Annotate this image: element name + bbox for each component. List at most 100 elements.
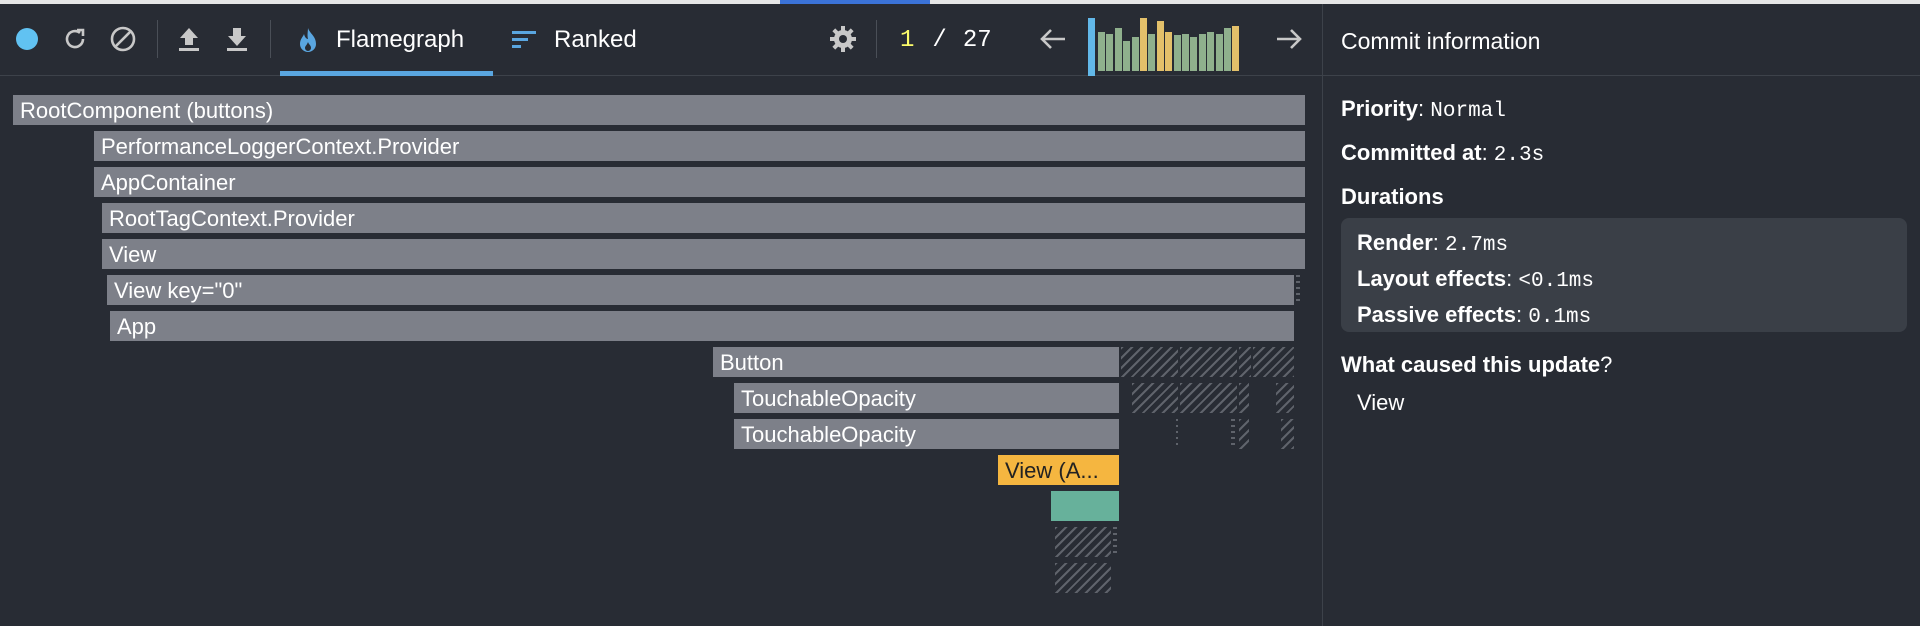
commit-current: 1 [900,26,915,54]
next-arrow-icon [1277,29,1302,49]
flame-node[interactable]: AppContainer [93,166,1306,198]
next-commit-button[interactable] [1272,22,1306,56]
toolbar-separator [270,20,271,58]
save-profile-button[interactable] [220,22,254,56]
flame-node[interactable]: RootComponent (buttons) [12,94,1306,126]
download-icon [227,28,247,51]
ranked-icon [512,31,536,48]
selected-commit-bar[interactable] [1088,18,1095,76]
flame-node[interactable]: App [109,310,1295,342]
unrendered-node [1252,346,1295,378]
panel-header: Commit information [1323,4,1920,76]
clear-button[interactable] [106,22,140,56]
commit-bar[interactable] [1224,28,1231,71]
clear-icon [110,26,136,52]
unrendered-node [1275,382,1295,414]
update-cause-label: What caused this update [1341,352,1601,377]
committed-label: Committed at [1341,140,1482,165]
unrendered-node [1238,382,1250,414]
commit-bar[interactable] [1098,32,1105,71]
commit-bar[interactable] [1198,34,1206,71]
commit-bar[interactable] [1114,28,1122,71]
flame-node[interactable]: RootTagContext.Provider [101,202,1306,234]
durations-label: Durations [1341,184,1444,209]
commit-bar[interactable] [1232,26,1240,71]
update-cause-item[interactable]: View [1357,390,1404,416]
reload-button[interactable] [58,22,92,56]
reload-icon [65,28,85,49]
render-value: 2.7ms [1445,234,1509,257]
commit-bar[interactable] [1156,21,1164,71]
flame-node[interactable]: View key="0" [106,274,1295,306]
flame-node[interactable] [1050,490,1120,522]
prev-commit-button[interactable] [1036,22,1070,56]
unrendered-node [1112,526,1118,558]
panel-title: Commit information [1341,28,1541,54]
committed-row: Committed at: 2.3s [1341,140,1545,167]
commit-bar[interactable] [1173,35,1181,71]
flame-node[interactable]: TouchableOpacity [733,382,1120,414]
commit-selector-chart[interactable] [1088,18,1248,76]
commit-bar[interactable] [1215,34,1223,71]
unrendered-node [1179,346,1238,378]
profiler-toolbar: Flamegraph Ranked 1 / 27 [0,4,1322,76]
unrendered-node [1238,346,1252,378]
record-icon [16,28,38,50]
durations-box: Render: 2.7ms Layout effects: <0.1ms Pas… [1341,218,1907,332]
flame-node[interactable]: PerformanceLoggerContext.Provider [93,130,1306,162]
unrendered-node [1230,418,1236,450]
commit-bar[interactable] [1165,32,1173,71]
commit-bar[interactable] [1131,37,1139,71]
prev-arrow-icon [1040,29,1065,49]
unrendered-node [1295,274,1301,306]
commit-info-panel: Commit information Priority: Normal Comm… [1322,4,1920,626]
commit-bar[interactable] [1123,41,1131,71]
commit-total: 27 [962,26,992,54]
flame-icon [300,28,316,52]
flame-node-selected[interactable]: View (A... [997,454,1120,486]
layout-effects-value: <0.1ms [1518,270,1595,293]
unrendered-node [1238,418,1250,450]
unrendered-node [1131,382,1179,414]
settings-button[interactable] [826,22,860,56]
unrendered-node [1054,526,1112,558]
priority-row: Priority: Normal [1341,96,1506,123]
commit-bar[interactable] [1190,37,1198,71]
toolbar-separator [157,20,158,58]
update-cause-heading: What caused this update? [1341,352,1613,377]
render-label: Render [1357,230,1433,255]
commit-bar[interactable] [1106,34,1114,71]
render-row: Render: 2.7ms [1357,230,1509,257]
flame-node[interactable]: Button [712,346,1120,378]
priority-label: Priority [1341,96,1419,121]
tab-ranked[interactable]: Ranked [512,4,637,76]
priority-value: Normal [1430,100,1506,123]
flame-node[interactable]: View [101,238,1306,270]
layout-effects-label: Layout effects [1357,266,1507,291]
commit-counter: 1 / 27 [900,4,992,76]
unrendered-node [1054,562,1112,594]
tab-flamegraph-label: Flamegraph [336,26,465,53]
active-tab-indicator [280,71,493,76]
unrendered-node [1179,382,1238,414]
flamegraph-area: RootComponent (buttons) PerformanceLogge… [0,77,1322,626]
commit-bar[interactable] [1182,34,1189,71]
settings-icon [830,26,856,52]
commit-bar[interactable] [1148,34,1156,71]
flame-node[interactable]: TouchableOpacity [733,418,1120,450]
unrendered-node [1120,346,1179,378]
durations-heading: Durations [1341,184,1444,210]
layout-effects-row: Layout effects: <0.1ms [1357,266,1595,293]
toolbar-separator [876,20,877,58]
upload-icon [179,28,199,51]
passive-effects-label: Passive effects [1357,302,1516,327]
commit-bar[interactable] [1140,18,1147,71]
tab-ranked-label: Ranked [554,26,637,53]
passive-effects-row: Passive effects: 0.1ms [1357,302,1592,329]
unrendered-node [1280,418,1295,450]
commit-separator: / [932,26,947,54]
tab-flamegraph[interactable]: Flamegraph [296,4,464,76]
record-button[interactable] [10,22,44,56]
commit-bar[interactable] [1207,32,1215,71]
load-profile-button[interactable] [172,22,206,56]
